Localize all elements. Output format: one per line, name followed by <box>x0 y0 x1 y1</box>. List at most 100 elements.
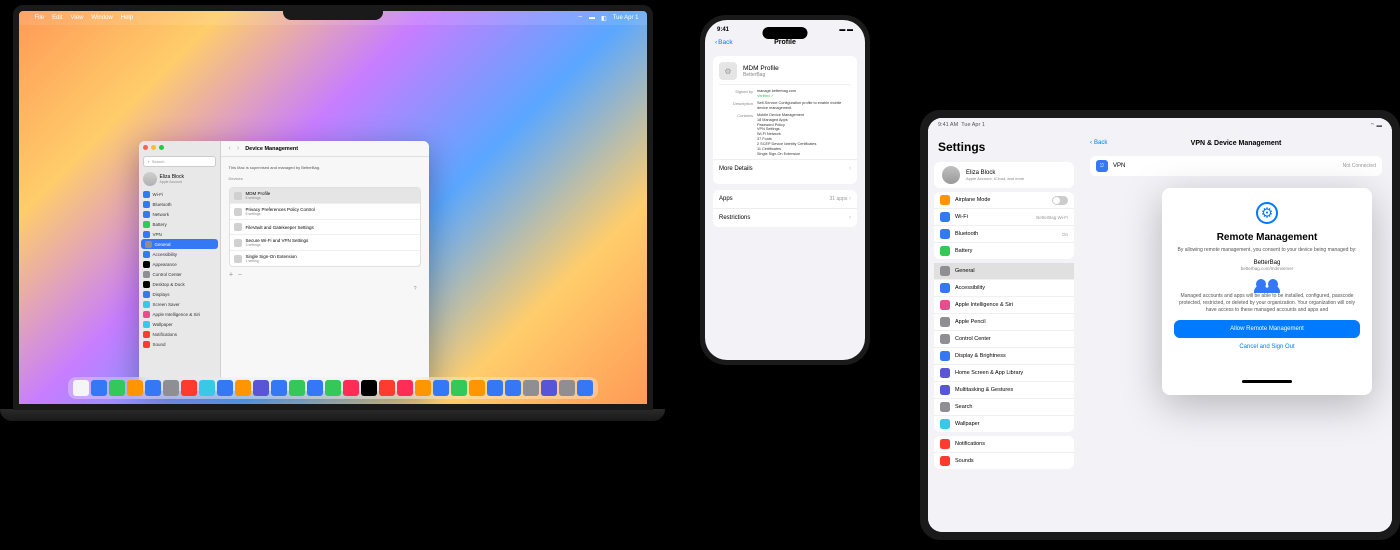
sidebar-item-vpn[interactable]: VPN <box>139 229 220 239</box>
add-button[interactable]: ＋ <box>229 271 234 278</box>
menu-view[interactable]: View <box>71 15 84 21</box>
dock-app-icon[interactable] <box>199 380 215 396</box>
dock-app-icon[interactable] <box>379 380 395 396</box>
home-indicator[interactable] <box>1242 380 1292 383</box>
settings-row-general[interactable]: General <box>934 263 1074 280</box>
sidebar-item-sound[interactable]: Sound <box>139 339 220 349</box>
settings-row-apple-intelligence-siri[interactable]: Apple Intelligence & Siri <box>934 297 1074 314</box>
signed-by-value: manage.betterbag.com <box>757 89 796 93</box>
remove-button[interactable]: － <box>238 271 243 278</box>
sidebar-item-general[interactable]: General <box>141 239 218 249</box>
dock-app-icon[interactable] <box>343 380 359 396</box>
profile-row[interactable]: Secure Wi-Fi and VPN Settings3 settings <box>230 235 420 251</box>
dock-app-icon[interactable] <box>217 380 233 396</box>
settings-row-search[interactable]: Search <box>934 399 1074 416</box>
settings-row-sounds[interactable]: Sounds <box>934 453 1074 469</box>
minimize-button[interactable] <box>151 145 156 150</box>
sidebar-item-apple-intelligence-siri[interactable]: Apple Intelligence & Siri <box>139 309 220 319</box>
nav-forward-button[interactable]: › <box>237 145 239 152</box>
settings-row-notifications[interactable]: Notifications <box>934 436 1074 453</box>
dock-app-icon[interactable] <box>253 380 269 396</box>
dock-app-icon[interactable] <box>451 380 467 396</box>
dock-app-icon[interactable] <box>271 380 287 396</box>
dock-app-icon[interactable] <box>181 380 197 396</box>
profile-row[interactable]: Single Sign-On Extension1 setting <box>230 251 420 266</box>
zoom-button[interactable] <box>159 145 164 150</box>
sidebar-item-control-center[interactable]: Control Center <box>139 269 220 279</box>
dock-app-icon[interactable] <box>505 380 521 396</box>
dock-app-icon[interactable] <box>469 380 485 396</box>
dock-app-icon[interactable] <box>91 380 107 396</box>
menu-file[interactable]: File <box>35 15 45 21</box>
sidebar-item-bluetooth[interactable]: Bluetooth <box>139 199 220 209</box>
nav-back-button[interactable]: ‹ <box>229 145 231 152</box>
sidebar-item-screen-saver[interactable]: Screen Saver <box>139 299 220 309</box>
back-button[interactable]: ‹ Back <box>715 39 733 46</box>
row-icon <box>143 221 150 228</box>
toggle[interactable] <box>1052 196 1068 205</box>
menu-window[interactable]: Window <box>91 15 112 21</box>
dock-app-icon[interactable] <box>127 380 143 396</box>
settings-row-control-center[interactable]: Control Center <box>934 331 1074 348</box>
close-button[interactable] <box>143 145 148 150</box>
settings-row-battery[interactable]: Battery <box>934 243 1074 259</box>
settings-row-display-brightness[interactable]: Display & Brightness <box>934 348 1074 365</box>
dock-app-icon[interactable] <box>73 380 89 396</box>
dock-app-icon[interactable] <box>433 380 449 396</box>
dock-app-icon[interactable] <box>307 380 323 396</box>
help-button[interactable]: ? <box>229 282 421 296</box>
sidebar-item-accessibility[interactable]: Accessibility <box>139 249 220 259</box>
sidebar-item-battery[interactable]: Battery <box>139 219 220 229</box>
menubar-date[interactable]: Tue Apr 1 <box>613 15 639 21</box>
profile-row[interactable]: Privacy Preferences Policy Control8 sett… <box>230 204 420 220</box>
dock-app-icon[interactable] <box>361 380 377 396</box>
more-details-row[interactable]: More Details › <box>719 160 851 178</box>
dock-app-icon[interactable] <box>541 380 557 396</box>
sidebar-item-wallpaper[interactable]: Wallpaper <box>139 319 220 329</box>
allow-button[interactable]: Allow Remote Management <box>1174 320 1360 338</box>
settings-row-wallpaper[interactable]: Wallpaper <box>934 416 1074 432</box>
modal-detail-text: Managed accounts and apps will be able t… <box>1174 293 1360 314</box>
dock-app-icon[interactable] <box>109 380 125 396</box>
sidebar-item-displays[interactable]: Displays <box>139 289 220 299</box>
settings-row-airplane-mode[interactable]: Airplane Mode <box>934 192 1074 209</box>
sidebar-item-network[interactable]: Network <box>139 209 220 219</box>
sidebar-item-label: VPN <box>153 232 162 237</box>
profile-row[interactable]: FileVault and Gatekeeper Settings <box>230 220 420 235</box>
search-input[interactable]: ⌕ Search <box>143 156 216 167</box>
settings-row-home-screen-app-library[interactable]: Home Screen & App Library <box>934 365 1074 382</box>
battery-icon[interactable]: ▬ <box>589 15 595 21</box>
settings-row-multitasking-gestures[interactable]: Multitasking & Gestures <box>934 382 1074 399</box>
settings-row-wi-fi[interactable]: Wi-FiBetterBag Wi-Fi <box>934 209 1074 226</box>
dock-app-icon[interactable] <box>523 380 539 396</box>
vpn-row[interactable]: ⎋ VPN Not Connected <box>1090 156 1382 176</box>
dock-app-icon[interactable] <box>559 380 575 396</box>
dock-app-icon[interactable] <box>577 380 593 396</box>
dock-app-icon[interactable] <box>397 380 413 396</box>
dock-app-icon[interactable] <box>325 380 341 396</box>
control-center-icon[interactable]: ◧ <box>601 15 607 22</box>
sidebar-item-desktop-dock[interactable]: Desktop & Dock <box>139 279 220 289</box>
account-row[interactable]: Eliza Block Apple Account <box>139 169 220 189</box>
profile-row[interactable]: MDM Profile5 settings <box>230 188 420 204</box>
dock-app-icon[interactable] <box>487 380 503 396</box>
apps-row[interactable]: Apps 31 apps › <box>719 190 851 208</box>
back-button[interactable]: ‹ Back <box>1090 140 1107 146</box>
sidebar-item-wi-fi[interactable]: Wi-Fi <box>139 189 220 199</box>
restrictions-row[interactable]: Restrictions › <box>719 209 851 227</box>
account-row[interactable]: Eliza Block Apple Account, iCloud, and m… <box>934 162 1074 188</box>
menu-help[interactable]: Help <box>121 15 133 21</box>
cancel-button[interactable]: Cancel and Sign Out <box>1174 344 1360 350</box>
sidebar-item-appearance[interactable]: Appearance <box>139 259 220 269</box>
dock-app-icon[interactable] <box>163 380 179 396</box>
dock-app-icon[interactable] <box>145 380 161 396</box>
settings-row-apple-pencil[interactable]: Apple Pencil <box>934 314 1074 331</box>
dock-app-icon[interactable] <box>415 380 431 396</box>
wifi-icon[interactable]: ⌔ <box>577 14 583 22</box>
sidebar-item-notifications[interactable]: Notifications <box>139 329 220 339</box>
menu-edit[interactable]: Edit <box>52 15 62 21</box>
dock-app-icon[interactable] <box>289 380 305 396</box>
dock-app-icon[interactable] <box>235 380 251 396</box>
settings-row-bluetooth[interactable]: BluetoothOn <box>934 226 1074 243</box>
settings-row-accessibility[interactable]: Accessibility <box>934 280 1074 297</box>
